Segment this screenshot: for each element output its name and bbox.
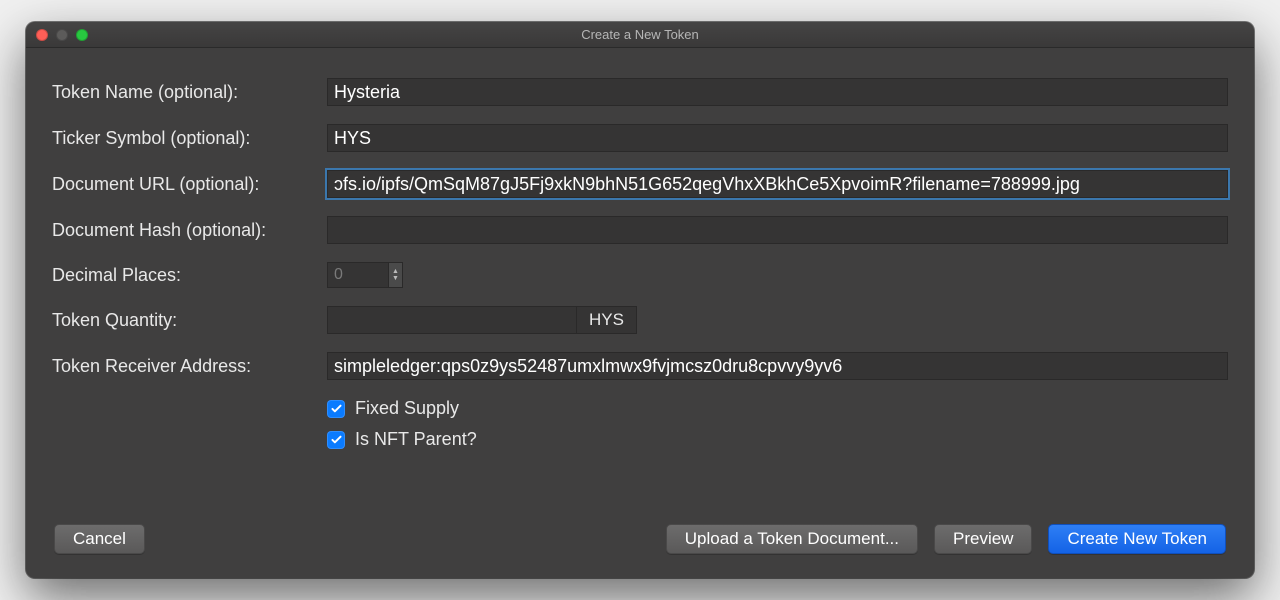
titlebar: Create a New Token	[26, 22, 1254, 48]
content-area: Token Name (optional): Ticker Symbol (op…	[26, 48, 1254, 578]
decimal-places-label: Decimal Places:	[52, 265, 327, 286]
is-nft-parent-label: Is NFT Parent?	[355, 429, 477, 450]
ticker-symbol-input[interactable]	[327, 124, 1228, 152]
fixed-supply-label: Fixed Supply	[355, 398, 459, 419]
stepper-down-icon[interactable]: ▼	[392, 275, 399, 282]
stepper-up-icon[interactable]: ▲	[392, 268, 399, 275]
zoom-icon[interactable]	[76, 29, 88, 41]
form: Token Name (optional): Ticker Symbol (op…	[52, 78, 1228, 450]
receiver-address-label: Token Receiver Address:	[52, 356, 327, 377]
cancel-button[interactable]: Cancel	[54, 524, 145, 554]
token-quantity-label: Token Quantity:	[52, 310, 327, 331]
ticker-symbol-label: Ticker Symbol (optional):	[52, 128, 327, 149]
token-quantity-input[interactable]	[327, 306, 577, 334]
decimal-places-value[interactable]: 0	[327, 262, 389, 288]
create-token-window: Create a New Token Token Name (optional)…	[26, 22, 1254, 578]
token-quantity-unit: HYS	[577, 306, 637, 334]
document-url-input[interactable]	[327, 170, 1228, 198]
document-hash-label: Document Hash (optional):	[52, 220, 327, 241]
receiver-address-input[interactable]	[327, 352, 1228, 380]
check-icon	[330, 433, 343, 446]
token-name-input[interactable]	[327, 78, 1228, 106]
fixed-supply-checkbox[interactable]	[327, 400, 345, 418]
is-nft-parent-checkbox[interactable]	[327, 431, 345, 449]
close-icon[interactable]	[36, 29, 48, 41]
decimal-places-stepper[interactable]: 0 ▲ ▼	[327, 262, 1228, 288]
preview-button[interactable]: Preview	[934, 524, 1032, 554]
create-token-button[interactable]: Create New Token	[1048, 524, 1226, 554]
document-hash-input[interactable]	[327, 216, 1228, 244]
token-name-label: Token Name (optional):	[52, 82, 327, 103]
document-url-label: Document URL (optional):	[52, 174, 327, 195]
footer-buttons: Cancel Upload a Token Document... Previe…	[52, 516, 1228, 558]
window-title: Create a New Token	[26, 27, 1254, 42]
window-controls	[26, 29, 88, 41]
upload-document-button[interactable]: Upload a Token Document...	[666, 524, 918, 554]
stepper-buttons[interactable]: ▲ ▼	[389, 262, 403, 288]
check-icon	[330, 402, 343, 415]
minimize-icon[interactable]	[56, 29, 68, 41]
